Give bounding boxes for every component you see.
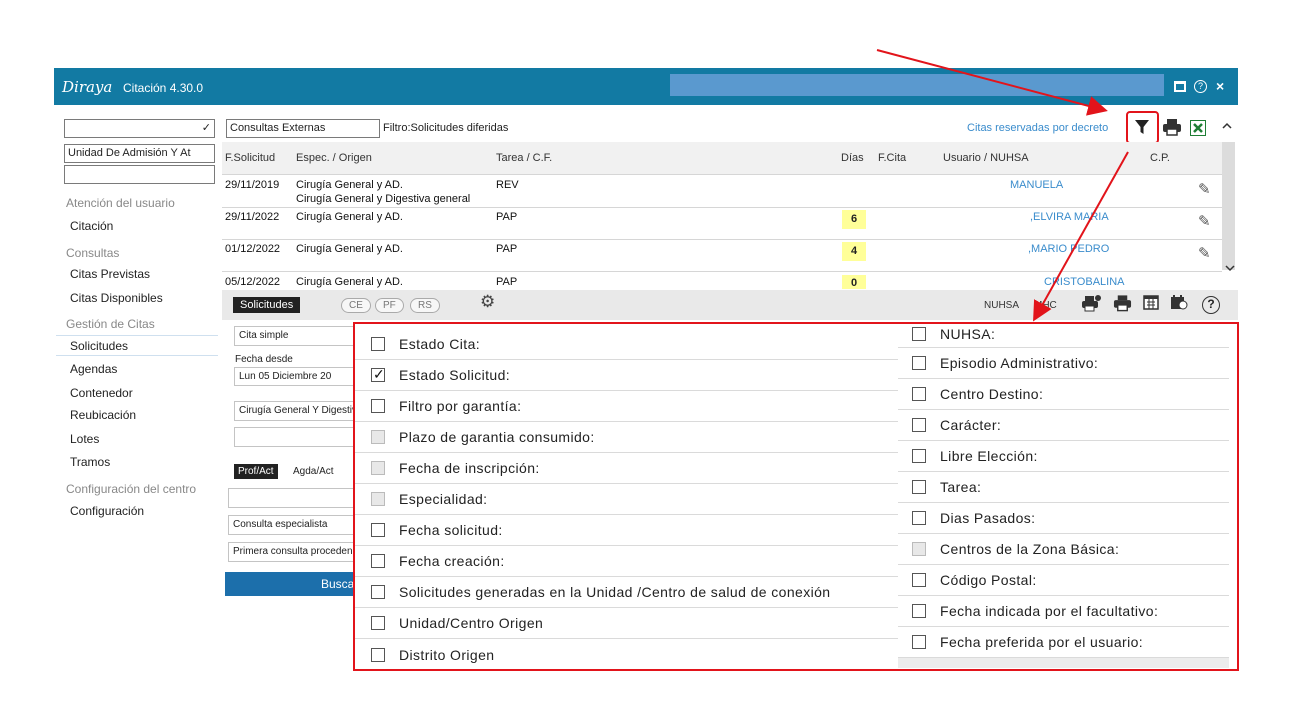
annotation-arrow-filter [876, 49, 1108, 116]
annotation-arrow-popup [1033, 151, 1129, 322]
annotation-arrows [876, 49, 1129, 322]
